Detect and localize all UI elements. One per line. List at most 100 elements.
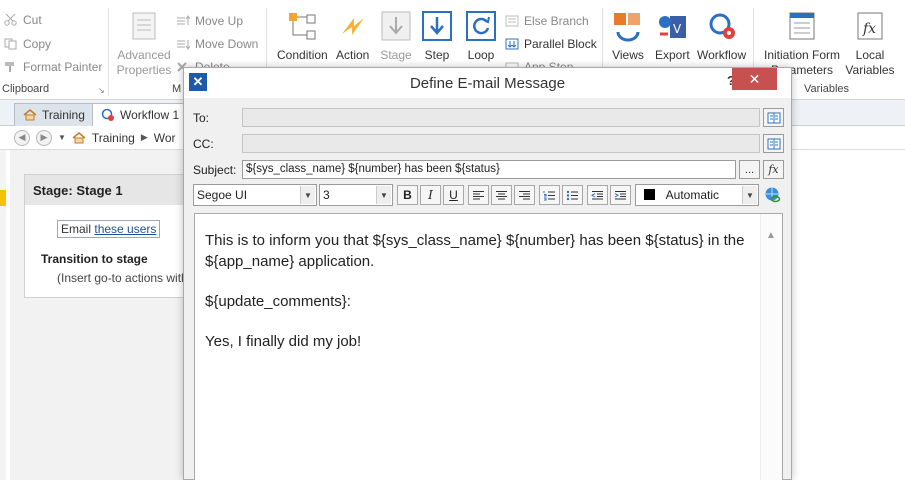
numbered-list-icon <box>543 190 555 200</box>
cc-address-book-button[interactable] <box>763 134 784 153</box>
insert-hyperlink-button[interactable] <box>762 185 783 205</box>
tab-workflow-1[interactable]: Workflow 1 <box>92 103 191 126</box>
advanced-properties-label: Advanced Properties <box>116 48 172 77</box>
local-variables-button[interactable]: fx Local Variables <box>844 10 896 78</box>
stage-card[interactable]: Stage: Stage 1 Email these users Transit… <box>24 174 195 298</box>
font-size-select[interactable]: 3 ▼ <box>319 184 393 206</box>
else-branch-icon <box>505 15 519 27</box>
increase-indent-button[interactable] <box>610 185 631 205</box>
subject-field[interactable]: ${sys_class_name} ${number} has been ${s… <box>242 160 736 179</box>
underline-icon: U <box>449 188 458 202</box>
workflow-settings-icon <box>709 13 735 39</box>
views-button[interactable]: Views <box>612 10 644 63</box>
move-up-icon <box>177 15 190 25</box>
cut-button[interactable]: Cut <box>4 13 42 27</box>
align-center-button[interactable] <box>491 185 512 205</box>
advanced-properties-button[interactable]: Advanced Properties <box>116 10 172 78</box>
font-select[interactable]: Segoe UI ▼ <box>193 184 317 206</box>
back-button[interactable]: ◀ <box>14 129 30 146</box>
workflow-icon <box>101 108 114 121</box>
stage-label: Stage <box>380 48 412 62</box>
svg-text:fx: fx <box>862 21 876 37</box>
align-left-button[interactable] <box>468 185 489 205</box>
align-left-icon <box>473 190 484 199</box>
copy-icon <box>4 38 17 50</box>
italic-button[interactable]: I <box>420 185 441 205</box>
clipboard-group-label: Clipboard <box>2 83 50 95</box>
tab-training[interactable]: Training <box>14 103 96 126</box>
selection-marker <box>0 190 6 206</box>
format-painter-button[interactable]: Format Painter <box>4 60 102 74</box>
chevron-down-icon: ▼ <box>300 186 315 204</box>
tab-label: Training <box>42 108 85 122</box>
close-icon: ✕ <box>748 70 761 87</box>
move-up-label: Move Up <box>195 14 244 28</box>
body-paragraph: This is to inform you that ${sys_class_n… <box>205 232 745 270</box>
vertical-scrollbar[interactable]: ▲ <box>760 214 782 480</box>
export-button[interactable]: V Export <box>655 10 690 63</box>
decrease-indent-button[interactable] <box>587 185 608 205</box>
bold-button[interactable]: B <box>397 185 418 205</box>
properties-icon <box>132 12 156 40</box>
step-icon <box>422 11 452 41</box>
these-users-link[interactable]: these users <box>94 222 156 236</box>
color-swatch <box>644 189 655 200</box>
to-field[interactable] <box>242 108 760 127</box>
parallel-block-label: Parallel Block <box>524 37 597 51</box>
condition-label: Condition <box>277 48 328 62</box>
dialog-title-bar[interactable]: ✕ Define E-mail Message ? ✕ <box>184 68 791 98</box>
stage-button[interactable]: Stage <box>380 10 412 63</box>
condition-button[interactable]: Condition <box>277 10 328 63</box>
move-down-icon <box>177 40 190 50</box>
action-label: Action <box>336 48 370 62</box>
breadcrumb-item-workflow[interactable]: Wor <box>154 131 176 145</box>
bullet-list-button[interactable] <box>562 185 583 205</box>
subject-ellipsis-button[interactable]: ... <box>739 160 760 179</box>
condition-icon <box>289 13 316 40</box>
move-down-button[interactable]: Move Down <box>176 37 258 51</box>
align-right-button[interactable] <box>514 185 535 205</box>
views-icon <box>614 13 640 42</box>
copy-button[interactable]: Copy <box>4 37 51 51</box>
underline-button[interactable]: U <box>443 185 464 205</box>
export-label: Export <box>655 48 690 62</box>
home-icon <box>72 131 86 143</box>
fx-icon: fx <box>857 12 883 40</box>
cut-label: Cut <box>23 13 42 27</box>
to-address-book-button[interactable] <box>763 108 784 127</box>
font-color-select[interactable]: Automatic ▼ <box>635 184 759 206</box>
define-email-dialog: ✕ Define E-mail Message ? ✕ To: CC: Subj… <box>183 67 792 480</box>
breadcrumb-item-training[interactable]: Training <box>92 131 135 145</box>
message-body-editor[interactable]: This is to inform you that ${sys_class_n… <box>194 213 783 480</box>
cc-field[interactable] <box>242 134 760 153</box>
else-branch-button[interactable]: Else Branch <box>505 14 589 28</box>
parallel-block-button[interactable]: Parallel Block <box>505 37 597 51</box>
svg-text:V: V <box>673 22 682 36</box>
numbered-list-button[interactable] <box>539 185 560 205</box>
indent-icon <box>614 190 626 199</box>
dialog-launcher-icon[interactable]: ↘ <box>98 86 105 95</box>
close-button[interactable]: ✕ <box>732 68 777 90</box>
cc-label: CC: <box>193 137 214 151</box>
paintbrush-icon <box>5 62 14 72</box>
workflow-button[interactable]: Workflow <box>697 10 746 63</box>
tab-label: Workflow 1 <box>120 108 180 122</box>
move-up-button[interactable]: Move Up <box>176 14 243 28</box>
insert-goto-hint: (Insert go-to actions with conditions) <box>57 271 195 285</box>
history-dropdown-icon[interactable]: ▼ <box>58 133 66 142</box>
action-button[interactable]: Action <box>336 10 369 63</box>
step-button[interactable]: Step <box>421 10 453 63</box>
loop-button[interactable]: Loop <box>465 10 497 63</box>
address-book-icon <box>767 138 780 149</box>
scroll-up-icon[interactable]: ▲ <box>766 230 776 241</box>
variables-group-label: Variables <box>804 83 850 95</box>
step-label: Step <box>424 48 450 62</box>
email-action[interactable]: Email these users <box>57 220 161 238</box>
loop-icon <box>466 11 496 41</box>
forward-button[interactable]: ▶ <box>36 129 52 146</box>
align-right-icon <box>519 190 530 199</box>
workflow-label: Workflow <box>697 48 747 62</box>
stage-title: Stage: Stage 1 <box>25 175 193 205</box>
bullet-list-icon <box>566 190 578 200</box>
subject-fx-button[interactable]: fx <box>763 160 784 179</box>
